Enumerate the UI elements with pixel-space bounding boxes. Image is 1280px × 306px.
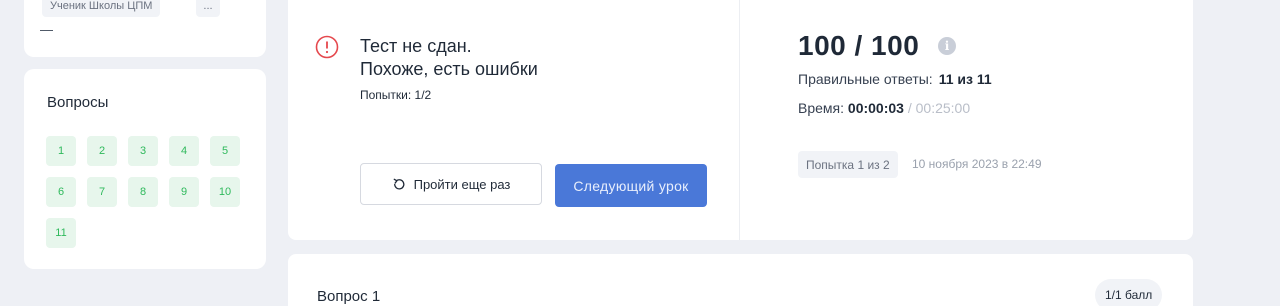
score-value: 100 / 100: [798, 30, 920, 61]
question-title: Вопрос 1: [317, 288, 381, 305]
question-chip-5[interactable]: 5: [210, 136, 240, 166]
question-chip-7[interactable]: 7: [87, 177, 117, 207]
attempt-date: 10 ноября 2023 в 22:49: [912, 157, 1042, 171]
question-chip-3[interactable]: 3: [128, 136, 158, 166]
correct-answers-value: 11 из 11: [938, 71, 992, 87]
card-divider: [739, 0, 740, 240]
question-chip-9[interactable]: 9: [169, 177, 199, 207]
info-icon[interactable]: i: [938, 37, 956, 55]
points-badge: 1/1 балл: [1095, 279, 1163, 306]
questions-title: Вопросы: [47, 94, 109, 111]
question-chip-10[interactable]: 10: [210, 177, 240, 207]
question-chip-11[interactable]: 11: [46, 218, 76, 248]
question-chip-1[interactable]: 1: [46, 136, 76, 166]
question-card: Вопрос 1 1/1 балл: [288, 254, 1193, 306]
attempt-badge: Попытка 1 из 2: [798, 151, 898, 178]
warning-icon: [315, 35, 339, 59]
questions-nav-card: Вопросы 1 2 3 4 5 6 7 8 9 10 11: [24, 69, 266, 269]
time-row: Время: 00:00:03 / 00:25:00: [798, 100, 970, 116]
next-lesson-button[interactable]: Следующий урок: [555, 164, 707, 207]
correct-answers-row: Правильные ответы: 11 из 11: [798, 71, 992, 87]
question-chip-4[interactable]: 4: [169, 136, 199, 166]
question-chip-8[interactable]: 8: [128, 177, 158, 207]
role-tag: Ученик Школы ЦПМ: [42, 0, 161, 17]
attempts-count: Попытки: 1/2: [360, 88, 432, 102]
status-title: Тест не сдан.: [360, 36, 472, 56]
profile-card: Ученик Школы ЦПМ ... —: [24, 0, 266, 57]
question-chip-6[interactable]: 6: [46, 177, 76, 207]
retry-icon: [393, 178, 405, 190]
time-value: 00:00:03: [847, 100, 904, 116]
correct-answers-label: Правильные ответы:: [798, 71, 933, 87]
retry-button[interactable]: Пройти еще раз: [360, 163, 542, 205]
profile-dash: —: [40, 22, 53, 37]
time-label: Время:: [798, 100, 845, 116]
status-subtitle: Похоже, есть ошибки: [360, 59, 538, 79]
retry-button-label: Пройти еще раз: [413, 176, 511, 192]
test-result-card: Тест не сдан. Похоже, есть ошибки Попытк…: [288, 0, 1193, 240]
more-tags-button[interactable]: ...: [196, 0, 220, 17]
time-limit: / 00:25:00: [903, 100, 971, 116]
question-chip-2[interactable]: 2: [87, 136, 117, 166]
